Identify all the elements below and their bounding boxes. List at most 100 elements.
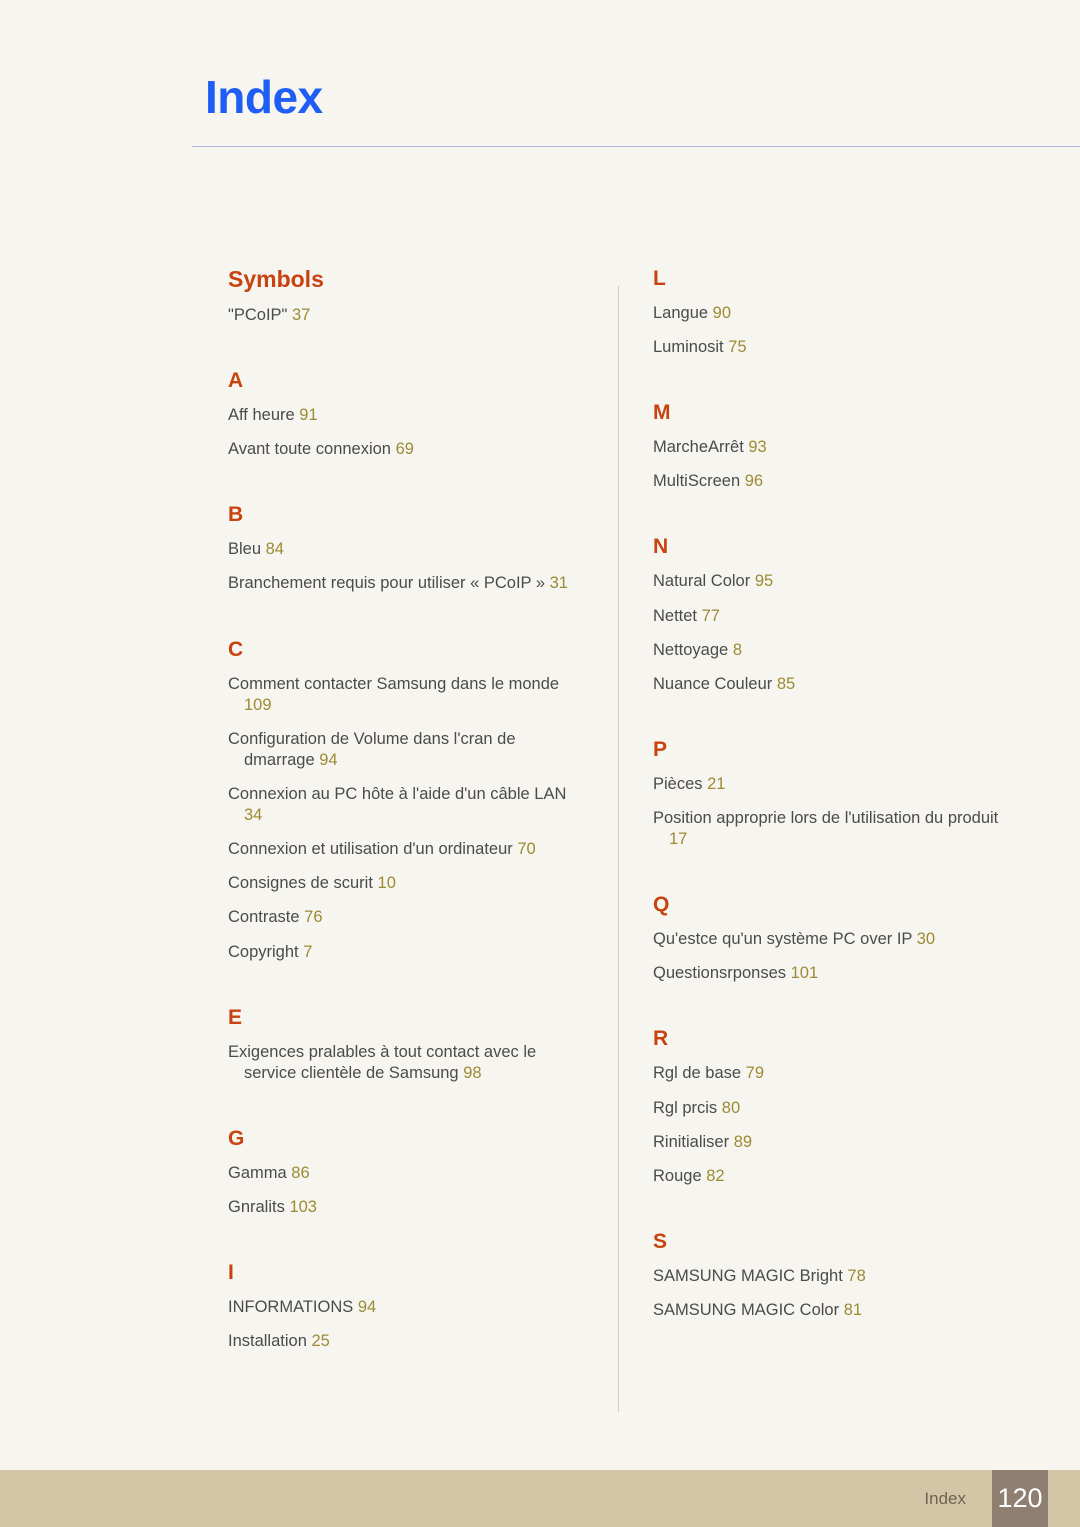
index-entry-page-number: 85	[776, 674, 796, 693]
index-entry-page-number: 103	[289, 1197, 317, 1216]
index-entry[interactable]: Langue 90	[653, 303, 1013, 324]
index-entry[interactable]: Comment contacter Samsung dans le monde …	[228, 674, 588, 716]
index-entry-page-number: 10	[377, 874, 396, 893]
index-column-right: L Langue 90 Luminosit 75 M MarcheArrêt 93 Mul…	[653, 268, 1013, 1334]
index-entry[interactable]: Rinitialiser 89	[653, 1132, 1013, 1153]
index-entry[interactable]: MarcheArrêt 93	[653, 437, 1013, 458]
index-entry-page-number: 90	[712, 304, 732, 322]
index-body: Symbols "PCoIP" 37 A Aff heure 91 Avant tout…	[0, 0, 1080, 1440]
index-entry-text: Rinitialiser	[653, 1132, 730, 1151]
index-entry[interactable]: Questionsrponses 101	[653, 963, 1013, 984]
index-entry-page-number: 101	[790, 964, 819, 983]
index-entry[interactable]: Contraste 76	[228, 907, 588, 928]
index-section-heading: P	[653, 737, 668, 761]
index-entry-text: MultiScreen	[653, 472, 741, 491]
index-entry-text: Gnralits	[228, 1197, 285, 1216]
index-entry[interactable]: Aff heure 91	[228, 405, 588, 426]
index-entry-page-number: 8	[732, 640, 742, 659]
index-entry-page-number: 86	[291, 1163, 310, 1182]
index-entry[interactable]: Exigences pralables à tout contact avec …	[228, 1042, 588, 1084]
index-entry[interactable]: Nuance Couleur 85	[653, 674, 1013, 695]
index-entry-page-number: 37	[292, 306, 311, 324]
index-entry[interactable]: Connexion et utilisation d'un ordinateur…	[228, 839, 588, 860]
index-entry[interactable]: SAMSUNG MAGIC Color 81	[653, 1300, 1013, 1321]
index-entry[interactable]: Luminosit 75	[653, 337, 1013, 358]
index-entry[interactable]: Bleu 84	[228, 539, 588, 560]
index-entry-page-number: 76	[304, 908, 323, 927]
index-section-heading: M	[653, 401, 671, 425]
index-section: L Langue 90 Luminosit 75	[653, 268, 1013, 358]
index-section: M MarcheArrêt 93 MultiScreen 96	[653, 402, 1013, 492]
index-entry-text: Connexion au PC hôte à l'aide d'un câble…	[228, 784, 567, 803]
index-entry-page-number: 95	[754, 572, 774, 591]
index-section: A Aff heure 91 Avant toute connexion 69	[228, 370, 588, 460]
index-entry-text: Questionsrponses	[653, 964, 786, 983]
index-entry-page-number: 82	[706, 1166, 725, 1185]
index-section: Symbols "PCoIP" 37	[228, 268, 588, 326]
index-entry-text: Avant toute connexion	[228, 440, 391, 459]
index-entry[interactable]: Consignes de scurit 10	[228, 873, 588, 894]
index-entry-page-number: 17	[669, 830, 688, 849]
index-entry[interactable]: Position approprie lors de l'utilisation…	[653, 808, 1013, 850]
index-entry-text: Exigences pralables à tout contact avec …	[228, 1042, 537, 1082]
index-entry[interactable]: Natural Color 95	[653, 571, 1013, 592]
index-entry-page-number: 93	[748, 438, 767, 457]
index-section-heading: E	[228, 1005, 243, 1029]
index-entry[interactable]: "PCoIP" 37	[228, 305, 588, 326]
index-entry[interactable]: Branchement requis pour utiliser « PCoIP…	[228, 573, 588, 594]
index-section-heading: L	[653, 267, 666, 290]
index-entry-text: Nettet	[653, 606, 698, 625]
index-section: I INFORMATIONS 94 Installation 25	[228, 1262, 588, 1352]
index-entry-text: Rgl prcis	[653, 1098, 718, 1117]
index-entry[interactable]: Avant toute connexion 69	[228, 439, 588, 460]
index-entry[interactable]: Rouge 82	[653, 1166, 1013, 1187]
index-section-heading: I	[228, 1261, 234, 1285]
index-entry[interactable]: Copyright 7	[228, 942, 588, 963]
index-entry[interactable]: Gnralits 103	[228, 1197, 588, 1218]
index-entry[interactable]: SAMSUNG MAGIC Bright 78	[653, 1266, 1013, 1287]
index-entry[interactable]: Nettet 77	[653, 606, 1013, 627]
footer-content: Index 120	[924, 1470, 1048, 1527]
index-entry-text: Qu'estce qu'un système PC over IP	[653, 930, 913, 949]
index-entry-text: Aff heure	[228, 406, 295, 425]
index-entry-page-number: 69	[395, 440, 414, 459]
index-entry-page-number: 75	[728, 338, 747, 357]
index-entry[interactable]: Rgl prcis 80	[653, 1098, 1013, 1119]
index-entry[interactable]: Gamma 86	[228, 1163, 588, 1184]
column-divider	[618, 286, 619, 1412]
index-entry-page-number: 7	[303, 942, 313, 961]
index-section-heading: S	[653, 1229, 668, 1253]
index-entry[interactable]: Nettoyage 8	[653, 640, 1013, 661]
index-entry[interactable]: Rgl de base 79	[653, 1063, 1013, 1084]
index-entry-page-number: 80	[721, 1098, 741, 1117]
page-footer: Index 120	[0, 1470, 1080, 1527]
index-entry-text: Natural Color	[653, 572, 751, 591]
index-entry-page-number: 70	[517, 840, 536, 859]
index-entry-text: Comment contacter Samsung dans le monde	[228, 674, 560, 693]
index-entry-text: SAMSUNG MAGIC Bright	[653, 1266, 843, 1285]
index-section: S SAMSUNG MAGIC Bright 78 SAMSUNG MAGIC Co…	[653, 1231, 1013, 1321]
index-entry[interactable]: MultiScreen 96	[653, 471, 1013, 492]
index-entry-page-number: 78	[847, 1266, 866, 1285]
footer-section-label: Index	[924, 1489, 966, 1508]
index-entry-page-number: 94	[357, 1298, 377, 1317]
index-section: B Bleu 84 Branchement requis pour utiliser…	[228, 504, 588, 594]
index-entry-page-number: 98	[463, 1063, 482, 1082]
index-entry-text: Nuance Couleur	[653, 674, 773, 693]
index-section-heading: Symbols	[228, 266, 324, 292]
index-entry[interactable]: Configuration de Volume dans l'cran de d…	[228, 729, 588, 771]
index-entry[interactable]: Pièces 21	[653, 774, 1013, 795]
index-entry-page-number: 21	[707, 774, 726, 793]
index-entry[interactable]: Connexion au PC hôte à l'aide d'un câble…	[228, 784, 588, 826]
index-entry-text: Gamma	[228, 1163, 287, 1182]
footer-page-number: 120	[992, 1470, 1048, 1527]
index-section: Q Qu'estce qu'un système PC over IP 30 Que…	[653, 894, 1013, 984]
index-entry[interactable]: Qu'estce qu'un système PC over IP 30	[653, 929, 1013, 950]
index-entry[interactable]: Installation 25	[228, 1331, 588, 1352]
index-entry-text: Contraste	[228, 908, 300, 927]
index-entry-page-number: 25	[311, 1332, 330, 1351]
index-section-heading: N	[653, 535, 669, 559]
index-section: G Gamma 86 Gnralits 103	[228, 1128, 588, 1218]
index-entry-page-number: 81	[843, 1300, 863, 1319]
index-entry[interactable]: INFORMATIONS 94	[228, 1297, 588, 1318]
